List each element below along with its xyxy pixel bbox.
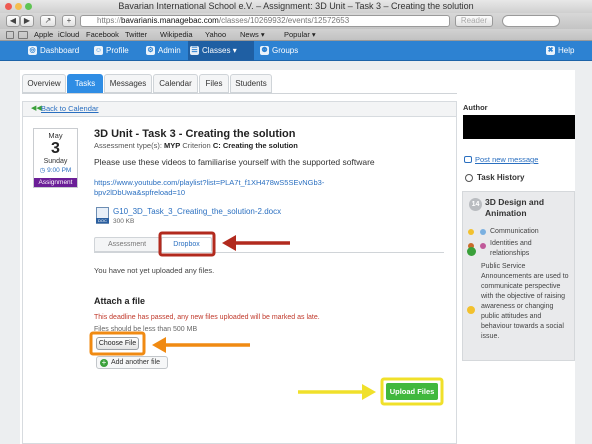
dropbox-arrow-head [222, 235, 236, 251]
upload-arrow-head [362, 384, 376, 400]
upload-highlight-box [380, 377, 444, 406]
screenshot-root: Bavarian International School e.V. – Ass… [0, 0, 592, 444]
choose-file-arrow-head [152, 337, 166, 353]
annotation-overlay [89, 231, 444, 406]
choose-file-highlight-box [89, 331, 146, 356]
dropbox-highlight-box [158, 231, 216, 257]
